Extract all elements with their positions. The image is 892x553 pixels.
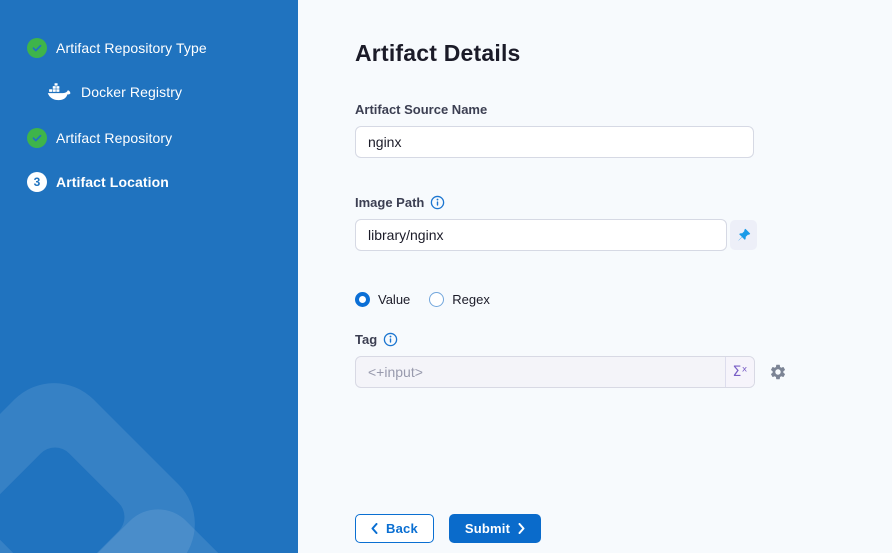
radio-value-label: Value: [378, 292, 410, 307]
radio-selected-icon: [355, 292, 370, 307]
submit-button[interactable]: Submit: [449, 514, 541, 543]
docker-whale-icon: [46, 83, 72, 102]
radio-unselected-icon: [429, 292, 444, 307]
step-label: Docker Registry: [81, 84, 182, 100]
radio-regex[interactable]: Regex: [429, 292, 490, 307]
check-circle-icon: [27, 38, 47, 58]
wizard-sidebar: Artifact Repository Type Docker Registry: [0, 0, 298, 553]
back-button[interactable]: Back: [355, 514, 434, 543]
tag-input: [356, 357, 725, 387]
step-artifact-location[interactable]: 3 Artifact Location: [27, 172, 298, 192]
image-path-input[interactable]: [355, 219, 727, 251]
chevron-left-icon: [371, 523, 378, 534]
page-title: Artifact Details: [355, 40, 892, 67]
step-number-badge: 3: [27, 172, 47, 192]
artifact-source-name-group: Artifact Source Name: [355, 102, 892, 158]
artifact-details-panel: Artifact Details Artifact Source Name Im…: [298, 0, 892, 553]
info-icon[interactable]: [383, 332, 398, 347]
image-path-group: Image Path: [355, 195, 892, 251]
pin-button[interactable]: [730, 220, 757, 250]
pushpin-icon: [737, 228, 751, 242]
tag-settings-button[interactable]: [769, 363, 787, 381]
info-icon[interactable]: [430, 195, 445, 210]
artifact-source-name-input[interactable]: [355, 126, 754, 158]
radio-regex-label: Regex: [452, 292, 490, 307]
check-circle-icon: [27, 128, 47, 148]
back-button-label: Back: [386, 521, 418, 536]
wizard-actions: Back Submit: [355, 514, 892, 543]
chevron-right-icon: [518, 523, 525, 534]
tag-group: Tag Σˣ: [355, 332, 892, 388]
step-label: Artifact Location: [56, 174, 169, 190]
wizard-steps: Artifact Repository Type Docker Registry: [0, 0, 298, 192]
step-label: Artifact Repository: [56, 130, 172, 146]
tag-label: Tag: [355, 332, 377, 347]
radio-value[interactable]: Value: [355, 292, 410, 307]
image-path-label: Image Path: [355, 195, 424, 210]
submit-button-label: Submit: [465, 521, 510, 536]
tag-input-container: Σˣ: [355, 356, 755, 388]
expression-sigma-button[interactable]: Σˣ: [725, 357, 754, 387]
tag-type-radio-group: Value Regex: [355, 292, 892, 307]
step-label: Artifact Repository Type: [56, 40, 207, 56]
step-artifact-repository-type[interactable]: Artifact Repository Type: [27, 38, 298, 58]
gear-icon: [769, 363, 787, 381]
artifact-wizard: Artifact Repository Type Docker Registry: [0, 0, 892, 553]
step-docker-registry[interactable]: Docker Registry: [46, 82, 298, 102]
artifact-source-name-label: Artifact Source Name: [355, 102, 487, 117]
step-artifact-repository[interactable]: Artifact Repository: [27, 128, 298, 148]
